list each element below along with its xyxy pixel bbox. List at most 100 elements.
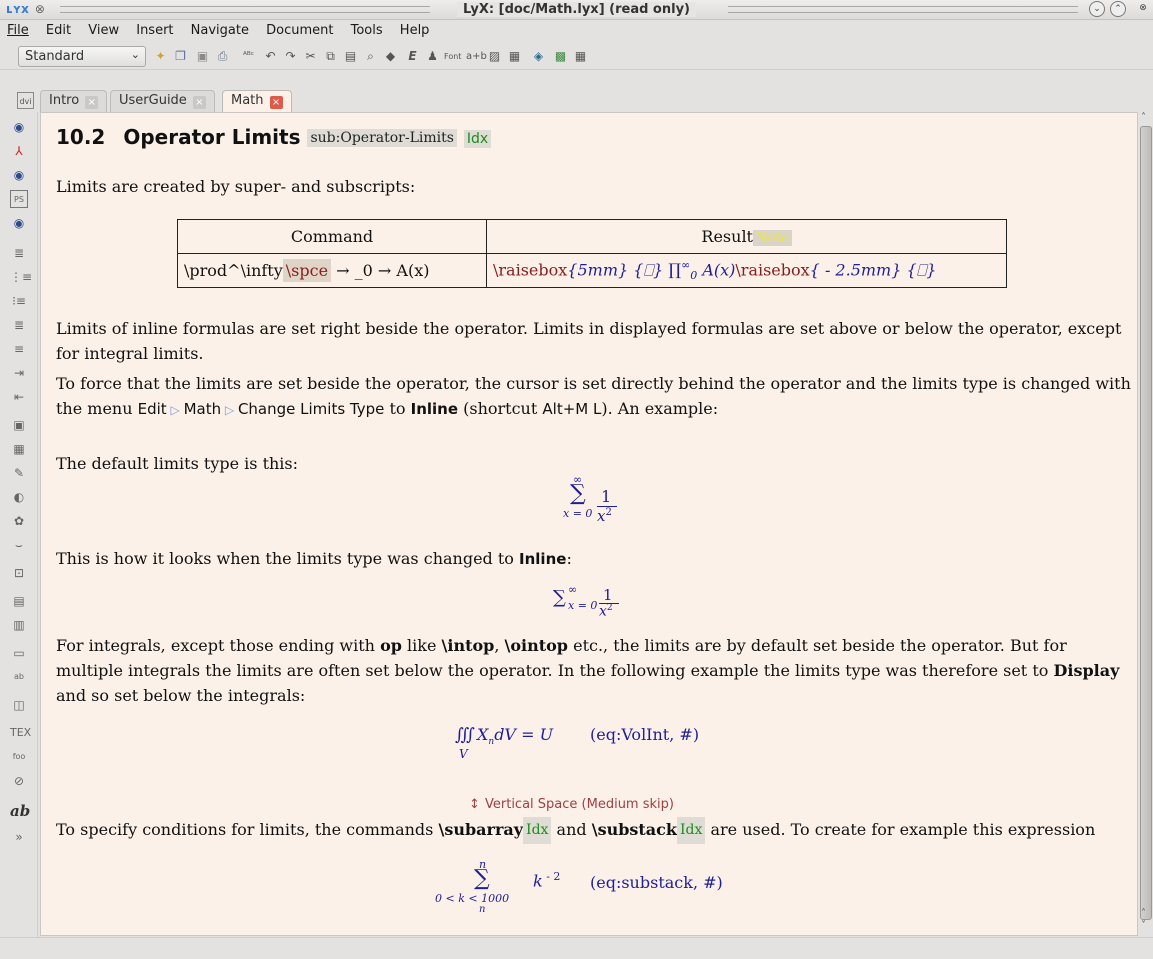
document-view[interactable]: 10.2 Operator Limits sub:Operator-Limits … [40,112,1138,936]
save-icon[interactable]: ▣ [194,48,211,65]
insert-hyperlink-icon[interactable]: ◫ [10,696,28,714]
scrollbar-thumb[interactable] [1140,126,1152,920]
cut-icon[interactable]: ✂ [302,48,319,65]
close-tab-icon[interactable]: × [269,96,283,109]
menu-document[interactable]: Document [259,20,339,38]
font-icon[interactable]: Font [444,48,461,65]
insert-graphics-icon[interactable]: ▨ [486,48,503,65]
view-ps-icon[interactable]: PS [10,190,28,208]
insert-marginal-icon[interactable]: ✿ [10,512,28,530]
main-toolbar: Standard ⌄ ✦ ❐ ▣ ⎙ ᴬᴮᶜ ↶ ↷ ✂ ⧉ ▤ ⌕ ◆ E ♟ … [0,42,1153,70]
itemize-icon[interactable]: ⁝≡ [10,292,28,310]
depth-increment-icon[interactable]: ⇥ [10,364,28,382]
redo-icon[interactable]: ↷ [282,48,299,65]
expand-toolbar-icon[interactable]: » [10,828,28,846]
menu-bar: File Edit View Insert Navigate Document … [0,20,1153,42]
close-tab-icon[interactable]: × [85,96,99,109]
menu-insert[interactable]: Insert [129,20,179,38]
vertical-space-inset[interactable]: ↕ Vertical Space (Medium skip) [469,793,674,812]
menu-view[interactable]: View [81,20,125,38]
ert-inset[interactable]: \spce [282,259,332,282]
description-icon[interactable]: ≣ [10,316,28,334]
table-cell-result: \raisebox{5mm} {⎕} ∏∞0 A(x)\raisebox{ - … [486,253,1007,288]
title-bar: ʟʏx ⊗ LyX: [doc/Math.lyx] (read only) ⌄ ⌃… [0,0,1153,20]
menu-file[interactable]: File [0,20,35,38]
standard-layout-icon[interactable]: ≣ [10,244,28,262]
paragraph: To force that the limits are set beside … [56,374,1131,418]
maximize-icon[interactable]: ⌃ [1110,1,1126,17]
tab-userguide[interactable]: UserGuide × [110,90,215,112]
menu-tools[interactable]: Tools [344,20,389,38]
menu-edit[interactable]: Edit [39,20,77,38]
paragraph: This is how it looks when the limits typ… [56,549,572,568]
equation-label: (eq:substack, #) [590,873,723,892]
undo-icon[interactable]: ↶ [262,48,279,65]
toggle-math-toolbar-icon[interactable]: ▩ [552,48,569,65]
display-formula-sum[interactable]: ∞ ∑ x = 0 1 x2 [561,473,651,525]
insert-citation-icon[interactable]: ▭ [10,644,28,662]
index-inset[interactable]: Idx [463,130,492,148]
vertical-scrollbar[interactable]: ˄ ˄ ˅ [1139,112,1153,936]
math-mode-icon[interactable]: a+b [466,48,487,65]
vspace-arrow-icon: ↕ [469,797,480,812]
scroll-up-icon[interactable]: ˄ [1141,908,1146,919]
emphasis-icon[interactable]: E [404,48,421,65]
minimize-icon[interactable]: ⌄ [1089,1,1105,17]
layout-select[interactable]: Standard ⌄ [18,46,146,67]
insert-note-icon[interactable]: ✎ [10,464,28,482]
view-pdf-acrobat-icon[interactable]: ⅄ [10,142,28,160]
insert-table-icon[interactable]: ▦ [10,440,28,458]
toggle-table-toolbar-icon[interactable]: ▦ [572,48,589,65]
update-ps-icon[interactable]: ◉ [10,214,28,232]
close-icon[interactable]: ⊗ [1135,1,1151,17]
scroll-down-icon[interactable]: ˅ [1141,920,1146,931]
insert-tex-icon[interactable]: TEX [10,724,31,742]
display-formula-volint[interactable]: ∭ V XndV = U (eq:VolInt, #) [455,725,755,765]
paste-icon[interactable]: ▤ [342,48,359,65]
note-inset[interactable]: Note [752,230,792,246]
insert-label-icon[interactable]: ⌣ [10,536,28,554]
view-pdf-icon[interactable]: ◉ [10,166,28,184]
list-icon[interactable]: ≡ [10,340,28,358]
copy-icon[interactable]: ⧉ [322,48,339,65]
command-table[interactable]: Command Result Note \prod^\infty \spce → _… [177,219,1007,288]
insert-footnote-icon[interactable]: ◐ [10,488,28,506]
new-document-icon[interactable]: ✦ [152,48,169,65]
tab-intro[interactable]: Intro × [40,90,108,112]
enumerate-icon[interactable]: ⋮≡ [10,268,32,286]
insert-index-icon[interactable]: ▤ [10,592,28,610]
menu-navigate[interactable]: Navigate [184,20,255,38]
tab-math[interactable]: Math × [222,90,292,112]
insert-math-icon[interactable]: ab [10,802,30,820]
table-cell-command: \prod^\infty \spce → _0 → A(x) [177,253,487,288]
dvi-icon[interactable]: dvi [17,92,34,109]
noun-icon[interactable]: ♟ [424,48,441,65]
open-document-icon[interactable]: ❐ [172,48,189,65]
section-label[interactable]: sub:Operator-Limits [307,129,457,147]
insert-box-icon[interactable]: ab [10,668,28,686]
shortcut-inset: Alt+M L [542,400,602,418]
scroll-up-icon[interactable]: ˄ [1141,112,1146,123]
insert-foo-icon[interactable]: foo [10,748,28,766]
index-inset[interactable]: Idx [676,817,706,844]
insert-nomenclature-icon[interactable]: ▥ [10,616,28,634]
menu-help[interactable]: Help [393,20,436,38]
insert-table-icon[interactable]: ▦ [506,48,523,65]
close-tab-icon[interactable]: × [192,96,206,109]
insert-crossref-icon[interactable]: ⊡ [10,564,28,582]
display-formula-substack[interactable]: n ∑ 0 < k < 1000 n k - 2 (eq:substack, #… [435,858,795,928]
find-icon[interactable]: ⌕ [362,48,379,65]
section-heading: 10.2 Operator Limits sub:Operator-Limits … [56,125,492,149]
print-icon[interactable]: ⎙ [214,48,231,65]
view-dvi-icon[interactable]: ◉ [10,118,28,136]
paragraph: Limits of inline formulas are set right … [56,319,1122,363]
back-icon[interactable]: ◆ [382,48,399,65]
spellcheck-icon[interactable]: ᴬᴮᶜ [240,48,257,65]
insert-attachment-icon[interactable]: ⊘ [10,772,28,790]
inline-formula-sum[interactable]: ∑ ∞ x = 0 1 x2 [553,583,653,623]
index-inset[interactable]: Idx [523,817,552,844]
insert-graphics-icon[interactable]: ▣ [10,416,28,434]
depth-decrement-icon[interactable]: ⇤ [10,388,28,406]
equation-label: (eq:VolInt, #) [590,725,700,744]
view-pdf-icon[interactable]: ◈ [530,48,547,65]
